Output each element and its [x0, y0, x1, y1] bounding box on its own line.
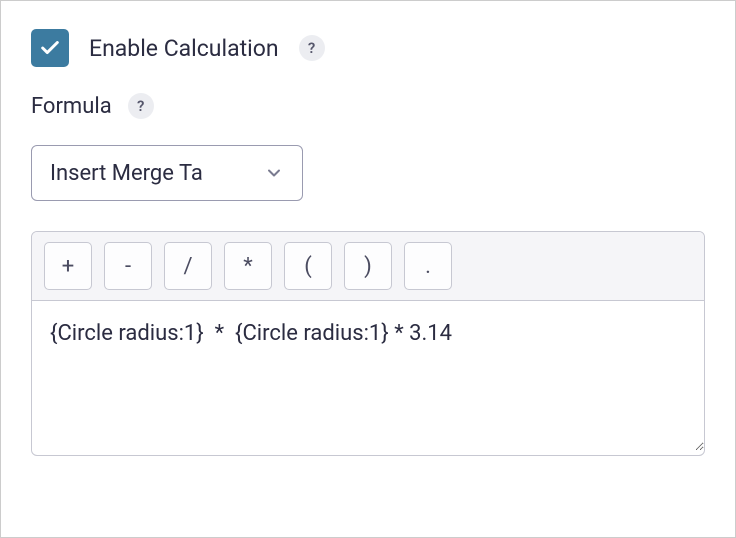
operator-dot-button[interactable]: .: [404, 242, 452, 290]
operator-multiply-button[interactable]: *: [224, 242, 272, 290]
operator-toolbar: + - / * ( ) .: [32, 232, 704, 301]
operator-divide-button[interactable]: /: [164, 242, 212, 290]
enable-calculation-row: Enable Calculation ?: [31, 29, 705, 67]
insert-merge-tag-select[interactable]: Insert Merge Ta: [31, 145, 303, 201]
enable-calculation-help-icon[interactable]: ?: [299, 35, 325, 61]
chevron-down-icon: [264, 163, 284, 183]
formula-label: Formula: [31, 94, 112, 119]
operator-plus-button[interactable]: +: [44, 242, 92, 290]
operator-minus-button[interactable]: -: [104, 242, 152, 290]
enable-calculation-label: Enable Calculation: [89, 35, 279, 62]
formula-label-row: Formula ?: [31, 93, 705, 119]
formula-editor: + - / * ( ) . {Circle radius:1} * {Circl…: [31, 231, 705, 456]
formula-help-icon[interactable]: ?: [128, 93, 154, 119]
operator-close-paren-button[interactable]: ): [344, 242, 392, 290]
operator-open-paren-button[interactable]: (: [284, 242, 332, 290]
enable-calculation-checkbox[interactable]: [31, 29, 69, 67]
calculation-panel: Enable Calculation ? Formula ? Insert Me…: [0, 0, 736, 538]
check-icon: [39, 37, 61, 59]
insert-merge-tag-selected: Insert Merge Ta: [50, 161, 252, 186]
formula-textarea[interactable]: {Circle radius:1} * {Circle radius:1} * …: [32, 301, 704, 451]
